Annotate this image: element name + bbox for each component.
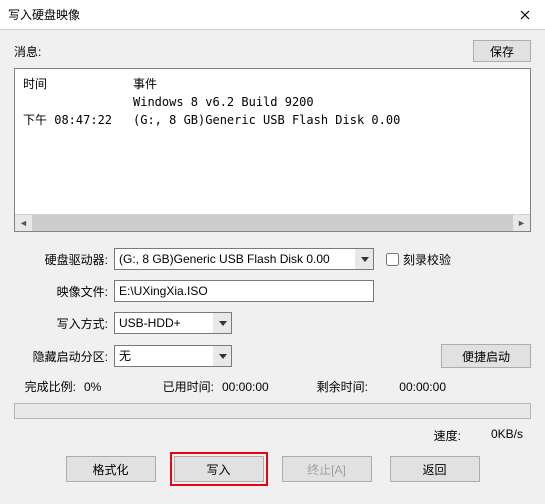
done-percent-value: 0%: [84, 380, 146, 394]
titlebar: 写入硬盘映像: [0, 0, 545, 30]
elapsed-time-value: 00:00:00: [222, 380, 300, 394]
write-method-label: 写入方式:: [14, 315, 114, 332]
log-col-time: 时间: [23, 75, 133, 93]
hide-boot-partition-label: 隐藏启动分区:: [14, 348, 114, 365]
burn-verify-input[interactable]: [386, 253, 399, 266]
disk-drive-label: 硬盘驱动器:: [14, 251, 114, 268]
hide-boot-partition-select[interactable]: 无: [114, 345, 232, 367]
log-row: Windows 8 v6.2 Build 9200: [23, 93, 522, 111]
scroll-thumb[interactable]: [32, 215, 513, 231]
convenient-boot-button[interactable]: 便捷启动: [441, 344, 531, 368]
back-button[interactable]: 返回: [390, 456, 480, 482]
done-percent-label: 完成比例:: [14, 378, 80, 395]
write-method-select[interactable]: USB-HDD+: [114, 312, 232, 334]
burn-verify-checkbox[interactable]: 刻录校验: [386, 251, 451, 268]
remain-time-label: 剩余时间:: [304, 378, 372, 395]
write-button[interactable]: 写入: [174, 456, 264, 482]
message-label: 消息:: [14, 43, 41, 60]
log-col-event: 事件: [133, 75, 522, 93]
abort-button: 终止[A]: [282, 456, 372, 482]
format-button[interactable]: 格式化: [66, 456, 156, 482]
horizontal-scrollbar[interactable]: ◄ ►: [15, 214, 530, 231]
scroll-left-icon[interactable]: ◄: [15, 215, 32, 231]
log-row: 下午 08:47:22 (G:, 8 GB)Generic USB Flash …: [23, 111, 522, 129]
progress-bar: [14, 403, 531, 419]
disk-drive-select[interactable]: (G:, 8 GB)Generic USB Flash Disk 0.00: [114, 248, 374, 270]
image-file-label: 映像文件:: [14, 283, 114, 300]
window-title: 写入硬盘映像: [8, 6, 80, 23]
speed-value: 0KB/s: [491, 427, 523, 444]
speed-label: 速度:: [434, 427, 461, 444]
log-panel: 时间 事件 Windows 8 v6.2 Build 9200 下午 08:47…: [14, 68, 531, 232]
close-button[interactable]: [505, 0, 545, 30]
elapsed-time-label: 已用时间:: [150, 378, 218, 395]
scroll-right-icon[interactable]: ►: [513, 215, 530, 231]
close-icon: [520, 10, 530, 20]
remain-time-value: 00:00:00: [376, 380, 446, 394]
log-header: 时间 事件: [23, 75, 522, 93]
burn-verify-label: 刻录校验: [403, 251, 451, 268]
save-button[interactable]: 保存: [473, 40, 531, 62]
image-file-input[interactable]: [114, 280, 374, 302]
